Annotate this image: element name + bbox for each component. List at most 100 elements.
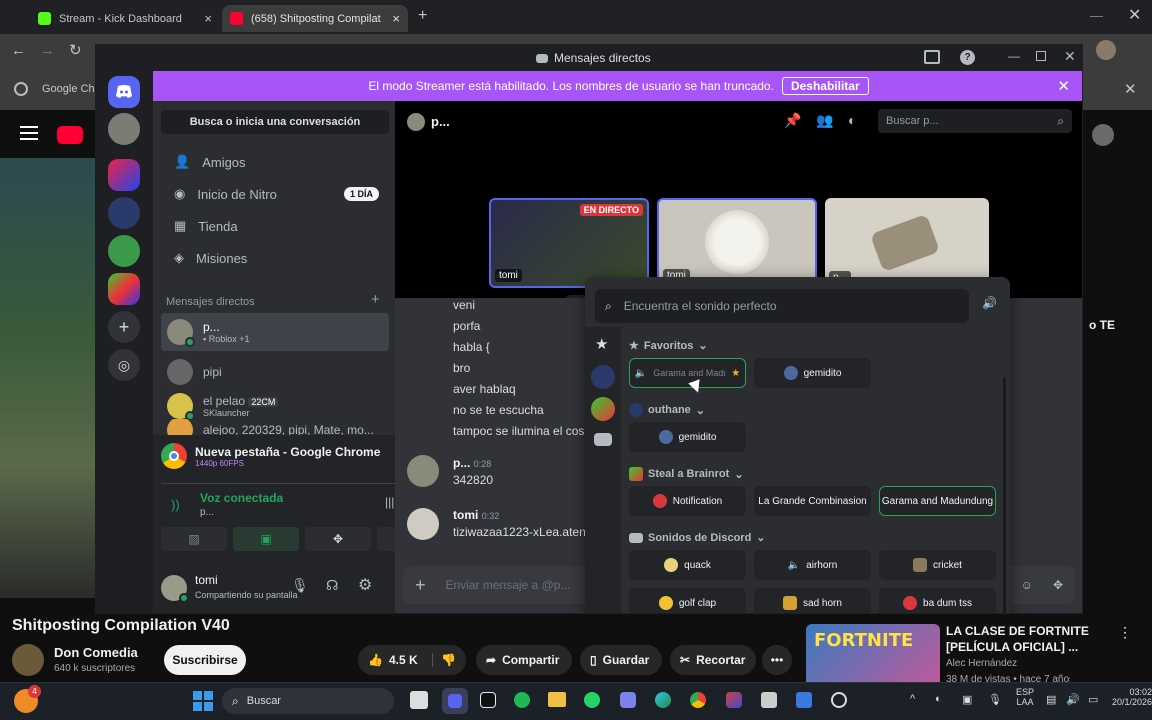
spotify-icon[interactable] (514, 692, 530, 708)
scrollbar[interactable] (1003, 377, 1006, 613)
volume-icon[interactable]: 🔊 (982, 296, 997, 310)
headphones-icon[interactable]: ☊ (326, 577, 338, 594)
add-friend-icon[interactable]: 👥 (816, 112, 833, 129)
copilot-icon[interactable] (726, 692, 742, 708)
nav-friends[interactable]: 👤 Amigos (164, 147, 389, 177)
sound-button[interactable]: ba dum tss (879, 588, 996, 613)
server-icon[interactable] (108, 273, 140, 305)
back-icon[interactable]: ← (11, 42, 26, 59)
close-icon[interactable]: × (392, 11, 400, 26)
server-icon[interactable] (591, 365, 615, 389)
reload-icon[interactable]: ↻ (69, 41, 82, 59)
rec-title-2[interactable]: [PELÍCULA OFICIAL] ... (946, 640, 1078, 654)
add-attachment-icon[interactable]: + (415, 575, 426, 596)
settings-icon[interactable]: ⚙ (358, 575, 372, 595)
whatsapp-icon[interactable] (584, 692, 600, 708)
avatar[interactable] (407, 508, 439, 540)
sound-button[interactable]: sad horn (754, 588, 871, 613)
user-tile[interactable]: p... (825, 198, 989, 288)
microphone-icon[interactable]: 🎙 (988, 693, 1002, 706)
discord-icon[interactable] (594, 433, 612, 446)
close-icon[interactable]: ✕ (1057, 77, 1070, 95)
channel-avatar[interactable] (12, 644, 44, 676)
user-avatar[interactable] (161, 575, 189, 603)
volume-icon[interactable]: 🔊 (1066, 693, 1080, 706)
tab-kick[interactable]: Stream - Kick Dashboard × (30, 5, 220, 32)
sound-button[interactable]: golf clap (629, 588, 746, 613)
rec-thumbnail[interactable]: FORTNITE (806, 624, 940, 688)
section-outhane[interactable]: outhane ⌄ (629, 403, 705, 417)
sound-button[interactable]: 🔈 airhorn (754, 550, 871, 580)
rec-title-1[interactable]: LA CLASE DE FORTNITE (946, 624, 1089, 638)
language-indicator[interactable]: ESP LAA (1016, 687, 1034, 707)
thumbs-down-icon[interactable]: 👎 (432, 653, 456, 667)
section-discord-sounds[interactable]: Sonidos de Discord ⌄ (629, 531, 766, 544)
more-icon[interactable]: ••• (762, 645, 792, 675)
folder-icon[interactable] (548, 692, 566, 707)
search-conversation[interactable]: Busca o inicia una conversación (161, 110, 389, 134)
add-server-icon[interactable]: + (108, 311, 140, 343)
new-tab-button[interactable]: + (418, 7, 427, 25)
sound-button[interactable]: cricket (879, 550, 996, 580)
dm-item[interactable]: pipi (161, 353, 389, 391)
tray-arrow-icon[interactable]: ^ (910, 693, 915, 705)
add-dm-icon[interactable]: + (371, 291, 380, 308)
camera-off-button[interactable]: ▨ (161, 527, 227, 551)
profile-icon[interactable]: ◐ (848, 112, 856, 128)
sound-button[interactable]: La Grande Combinasion (754, 486, 871, 516)
discover-icon[interactable]: ◎ (108, 349, 140, 381)
windows-start-icon[interactable] (193, 691, 213, 711)
server-icon[interactable] (108, 235, 140, 267)
sound-search-input[interactable]: ⌕ Encuentra el sonido perfecto (595, 289, 969, 323)
weather-icon[interactable]: 4 (14, 685, 41, 713)
minimize-icon[interactable]: — (1090, 8, 1103, 23)
menu-icon[interactable] (20, 126, 38, 140)
dm-item[interactable]: p... ▪ Roblox +1 (161, 313, 389, 351)
section-steal-a-brainrot[interactable]: Steal a Brainrot ⌄ (629, 467, 744, 481)
teams-icon[interactable] (620, 692, 636, 708)
avatar[interactable] (407, 455, 439, 487)
close-icon[interactable]: ✕ (1124, 80, 1137, 98)
search-input[interactable]: Buscar p... ⌕ (878, 109, 1072, 133)
close-icon[interactable]: × (204, 11, 212, 26)
emoji-icon[interactable]: ☺ (1021, 578, 1033, 592)
close-window-icon[interactable]: ✕ (1128, 5, 1141, 25)
like-button[interactable]: 👍 4.5 K 👎 (358, 645, 466, 675)
task-view-icon[interactable] (410, 691, 428, 709)
sound-button[interactable]: gemidito (629, 422, 746, 452)
inbox-icon[interactable] (924, 50, 940, 64)
server-icon[interactable] (591, 397, 615, 421)
section-favoritos[interactable]: ★ Favoritos ⌄ (629, 339, 708, 353)
stream-tile[interactable]: EN DIRECTO tomi (489, 198, 649, 288)
more-vertical-icon[interactable]: ⋮ (1118, 624, 1132, 641)
avatar[interactable] (1092, 124, 1114, 146)
voice-status[interactable]: Voz conectada (200, 491, 283, 505)
clip-button[interactable]: ✂ Recortar (670, 645, 756, 675)
tray-icon[interactable]: ▣ (962, 693, 972, 706)
youtube-logo[interactable] (57, 126, 83, 144)
tab-youtube[interactable]: (658) Shitposting Compilation V × (222, 5, 408, 32)
channel-name[interactable]: Don Comedia (54, 645, 138, 660)
microphone-icon[interactable]: 🎙 (291, 577, 309, 594)
activities-button[interactable]: ✥ (305, 527, 371, 551)
sound-button[interactable]: Garama and Madundung (879, 486, 996, 516)
edge-icon[interactable] (655, 692, 671, 708)
message-author[interactable]: p... (453, 456, 470, 470)
taskbar-search[interactable]: ⌕ Buscar (222, 688, 394, 714)
sound-button[interactable]: gemidito (754, 358, 871, 388)
favorite-star-icon[interactable]: ★ (731, 368, 740, 379)
nav-nitro[interactable]: ◉ Inicio de Nitro 1 DÍA (164, 179, 389, 209)
profile-avatar[interactable] (1096, 40, 1116, 60)
forward-icon[interactable]: → (40, 42, 55, 59)
pin-icon[interactable]: 📌 (784, 112, 801, 129)
message-author[interactable]: tomi (453, 508, 478, 522)
server-icon[interactable] (108, 113, 140, 145)
apps-icon[interactable]: ✥ (1053, 578, 1063, 592)
app-icon[interactable] (796, 692, 812, 708)
save-button[interactable]: ▯ Guardar (580, 645, 662, 675)
help-icon[interactable]: ? (960, 50, 975, 65)
server-icon[interactable] (108, 197, 140, 229)
subscribe-button[interactable]: Suscribirse (164, 645, 246, 675)
share-button[interactable]: ➦ Compartir (476, 645, 572, 675)
store-icon[interactable] (761, 692, 777, 708)
